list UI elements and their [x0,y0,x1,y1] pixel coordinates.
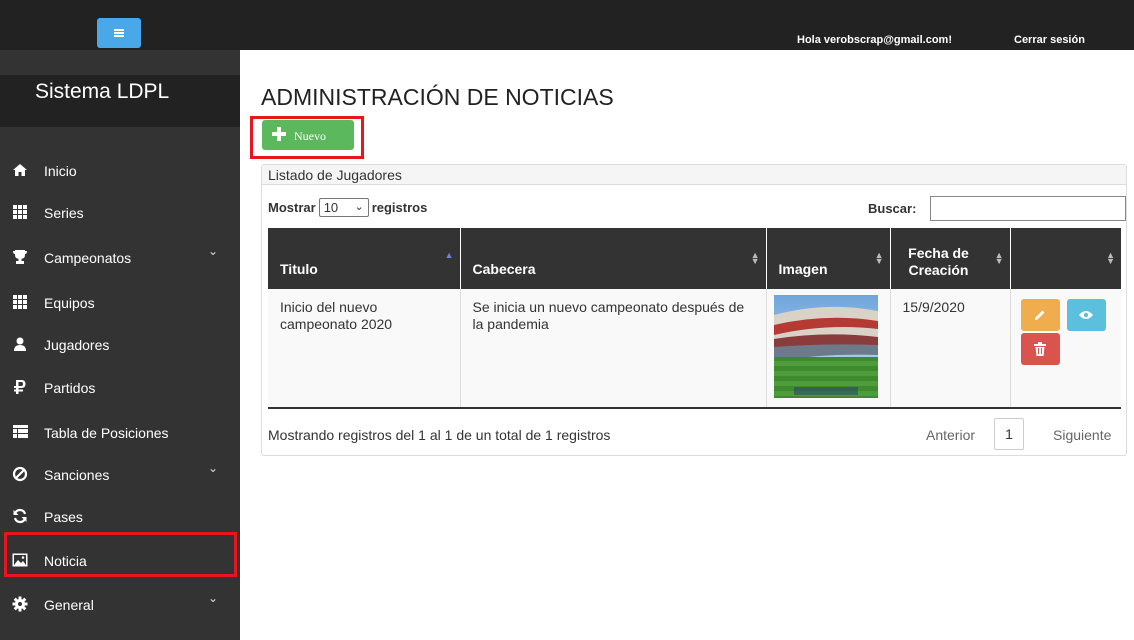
refresh-icon [12,508,28,524]
column-header-actions[interactable]: ▲ ▼ [1010,228,1121,289]
grid-icon [12,294,28,310]
cell-titulo: Inicio del nuevo campeonato 2020 [268,289,461,409]
chevron-down-icon: ⌄ [208,461,219,475]
edit-button[interactable] [1020,299,1060,331]
table-info: Mostrando registros del 1 al 1 de un tot… [268,427,611,443]
ruble-icon [12,379,28,395]
pencil-icon [1035,310,1045,320]
chevron-down-icon: ⌄ [208,591,219,605]
sidebar-item-label: Jugadores [44,337,110,353]
column-header-cabecera[interactable]: Cabecera ▲ ▼ [460,228,767,289]
column-label: Cabecera [472,261,536,277]
sidebar-item-campeonatos[interactable]: Campeonatos ⌄ [0,238,240,278]
user-greeting: Hola verobscrap@gmail.com! [797,34,952,46]
highlight-box-noticia [4,532,237,577]
page-title: ADMINISTRACIÓN DE NOTICIAS [261,84,614,110]
sort-icon: ▲ ▼ [750,250,760,266]
column-header-titulo[interactable]: Titulo ▲ [268,228,461,289]
sidebar-item-label: Tabla de Posiciones [44,425,169,441]
search-label: Buscar: [868,201,917,216]
sort-asc-icon: ▲ [444,250,454,260]
column-label: Fecha de Creación [908,245,969,278]
highlight-box-nuevo [250,116,364,159]
grid-icon [12,204,28,220]
cell-cabecera: Se inicia un nuevo campeonato después de… [460,289,767,409]
gear-icon [12,596,28,612]
stadium-image [773,295,878,398]
menu-toggle-button[interactable] [97,18,141,48]
sidebar-item-series[interactable]: Series [0,193,240,233]
ban-icon [12,466,28,482]
table-icon [12,424,28,440]
sidebar-item-equipos[interactable]: Equipos [0,283,240,323]
cell-imagen [766,289,891,409]
user-icon [12,336,28,352]
sidebar-item-label: Sanciones [44,467,110,483]
eye-icon [1079,311,1093,319]
brand-title: Sistema LDPL [0,75,240,127]
news-table: Titulo ▲ Cabecera ▲ ▼ Imagen ▲ ▼ Fecha de … [268,228,1121,409]
logout-link[interactable]: Cerrar sesión [1014,34,1085,46]
delete-button[interactable] [1020,333,1060,365]
sidebar-item-pases[interactable]: Pases [0,497,240,537]
column-label: Imagen [778,261,828,277]
sidebar-item-jugadores[interactable]: Jugadores [0,325,240,365]
home-icon [12,162,28,178]
search-input[interactable] [930,196,1126,221]
pagination-previous[interactable]: Anterior [926,427,975,443]
trophy-icon [12,249,28,265]
sidebar-item-label: Partidos [44,380,96,396]
sidebar-item-label: Equipos [44,295,95,311]
sidebar-item-label: General [44,597,94,613]
sidebar-item-partidos[interactable]: Partidos [0,368,240,408]
sort-icon: ▲ ▼ [1106,250,1115,266]
hamburger-icon [114,29,124,37]
sidebar-item-label: Inicio [44,163,77,179]
column-label: Titulo [280,261,318,277]
sort-icon: ▲ ▼ [994,250,1004,266]
page-length-value: 10 [323,200,339,215]
table-header-row: Titulo ▲ Cabecera ▲ ▼ Imagen ▲ ▼ Fecha de … [268,228,1121,289]
main-content: ADMINISTRACIÓN DE NOTICIAS Nuevo Listado… [240,50,1134,640]
sidebar-item-general[interactable]: General ⌄ [0,585,240,625]
sidebar-item-sanciones[interactable]: Sanciones ⌄ [0,455,240,495]
sidebar-item-inicio[interactable]: Inicio [0,151,240,191]
view-button[interactable] [1066,299,1106,331]
length-suffix: registros [371,200,428,215]
cell-fecha: 15/9/2020 [890,289,1011,409]
pagination-page-1[interactable]: 1 [994,418,1024,450]
top-navbar: Hola verobscrap@gmail.com! Cerrar sesión [0,0,1134,50]
sidebar-item-label: Campeonatos [44,250,132,266]
sidebar-item-tabla-posiciones[interactable]: Tabla de Posiciones [0,413,240,453]
table-row: Inicio del nuevo campeonato 2020 Se inic… [268,289,1121,409]
list-panel: Listado de Jugadores Mostrar 10 ⌄ regist… [261,164,1127,456]
cell-actions [1010,289,1121,409]
length-prefix: Mostrar [268,200,316,215]
page-length-select[interactable]: 10 ⌄ [318,198,369,217]
column-header-imagen[interactable]: Imagen ▲ ▼ [766,228,891,289]
sort-icon: ▲ ▼ [874,250,884,266]
panel-header: Listado de Jugadores [262,165,1126,185]
page-length-control: Mostrar 10 ⌄ registros [268,198,427,217]
chevron-down-icon: ⌄ [354,201,364,213]
panel-title: Listado de Jugadores [268,167,402,183]
column-header-fecha[interactable]: Fecha de Creación ▲ ▼ [890,228,1011,289]
pagination-next[interactable]: Siguiente [1053,427,1111,443]
chevron-down-icon: ⌄ [208,244,219,258]
sidebar-item-label: Pases [44,509,83,525]
sidebar-item-label: Series [44,205,84,221]
trash-icon [1034,342,1046,356]
